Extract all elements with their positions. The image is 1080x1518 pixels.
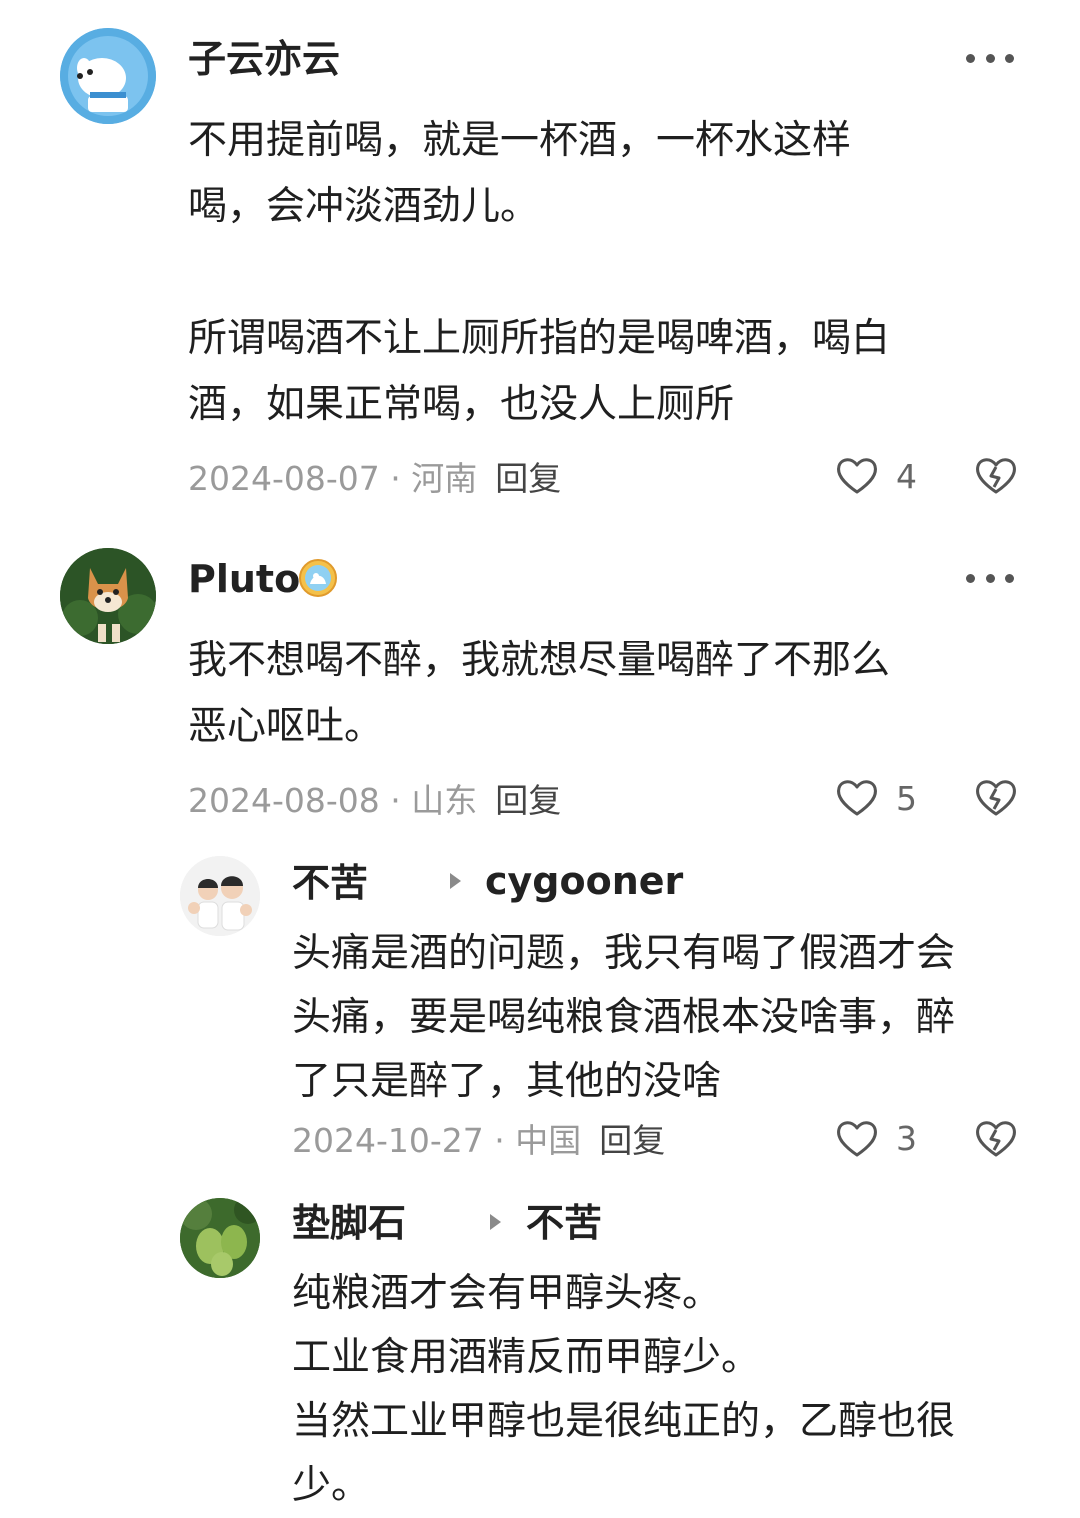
avatar[interactable] (180, 1198, 260, 1278)
comment-meta: 2024-08-07 · 河南 回复 (188, 462, 561, 495)
username[interactable]: Pluto (188, 560, 300, 598)
avatar[interactable] (60, 548, 156, 644)
comment-meta: 2024-08-08 · 山东 回复 (188, 784, 561, 817)
reply-button[interactable]: 回复 (495, 781, 561, 820)
comment-location: 河南 (411, 459, 478, 498)
username[interactable]: 不苦 (292, 864, 368, 902)
comment-date: 2024-10-27 (292, 1121, 484, 1160)
fruit-avatar-icon (180, 1198, 260, 1278)
dog-avatar-icon (60, 28, 156, 124)
comment-date: 2024-08-08 (188, 781, 380, 820)
reply-to-username[interactable]: 不苦 (526, 1204, 602, 1242)
shiba-avatar-icon (60, 548, 156, 644)
reply-button[interactable]: 回复 (495, 459, 561, 498)
broken-heart-icon[interactable] (974, 454, 1018, 496)
username[interactable]: 子云亦云 (188, 40, 340, 78)
more-options-icon[interactable] (966, 52, 1014, 64)
reply-arrow-icon (490, 1214, 501, 1230)
comment-text: 我不想喝不醉，我就想尽量喝醉了不那么 恶心呕吐。 (188, 638, 891, 749)
comment-text: 头痛是酒的问题，我只有喝了假酒才会 头痛，要是喝纯粮食酒根本没啥事，醉 了只是醉… (292, 931, 956, 1104)
like-count: 3 (896, 1119, 917, 1158)
badge-icon (299, 559, 337, 597)
family-avatar-icon (180, 856, 260, 936)
avatar[interactable] (180, 856, 260, 936)
broken-heart-icon[interactable] (974, 776, 1018, 818)
like-count: 4 (896, 457, 917, 496)
comment-text: 纯粮酒才会有甲醇头疼。 工业食用酒精反而甲醇少。 当然工业甲醇也是很纯正的，乙醇… (292, 1271, 956, 1508)
comment-text: 不用提前喝，就是一杯酒，一杯水这样 喝，会冲淡酒劲儿。 所谓喝酒不让上厕所指的是… (188, 118, 891, 427)
more-options-icon[interactable] (966, 572, 1014, 584)
reply-to-username[interactable]: cygooner (485, 862, 683, 900)
meta-separator: · (483, 1121, 516, 1160)
heart-icon[interactable] (835, 1118, 879, 1158)
comment-meta: 2024-10-27 · 中国 回复 (292, 1124, 665, 1157)
broken-heart-icon[interactable] (974, 1117, 1018, 1159)
comment-date: 2024-08-07 (188, 459, 380, 498)
reply-arrow-icon (450, 873, 461, 889)
heart-icon[interactable] (835, 455, 879, 495)
heart-icon[interactable] (835, 777, 879, 817)
comment-location: 山东 (411, 781, 478, 820)
meta-separator: · (379, 459, 412, 498)
comment-location: 中国 (515, 1121, 582, 1160)
avatar[interactable] (60, 28, 156, 124)
meta-separator: · (379, 781, 412, 820)
like-count: 5 (896, 779, 917, 818)
username[interactable]: 垫脚石 (292, 1204, 406, 1242)
reply-button[interactable]: 回复 (599, 1121, 665, 1160)
